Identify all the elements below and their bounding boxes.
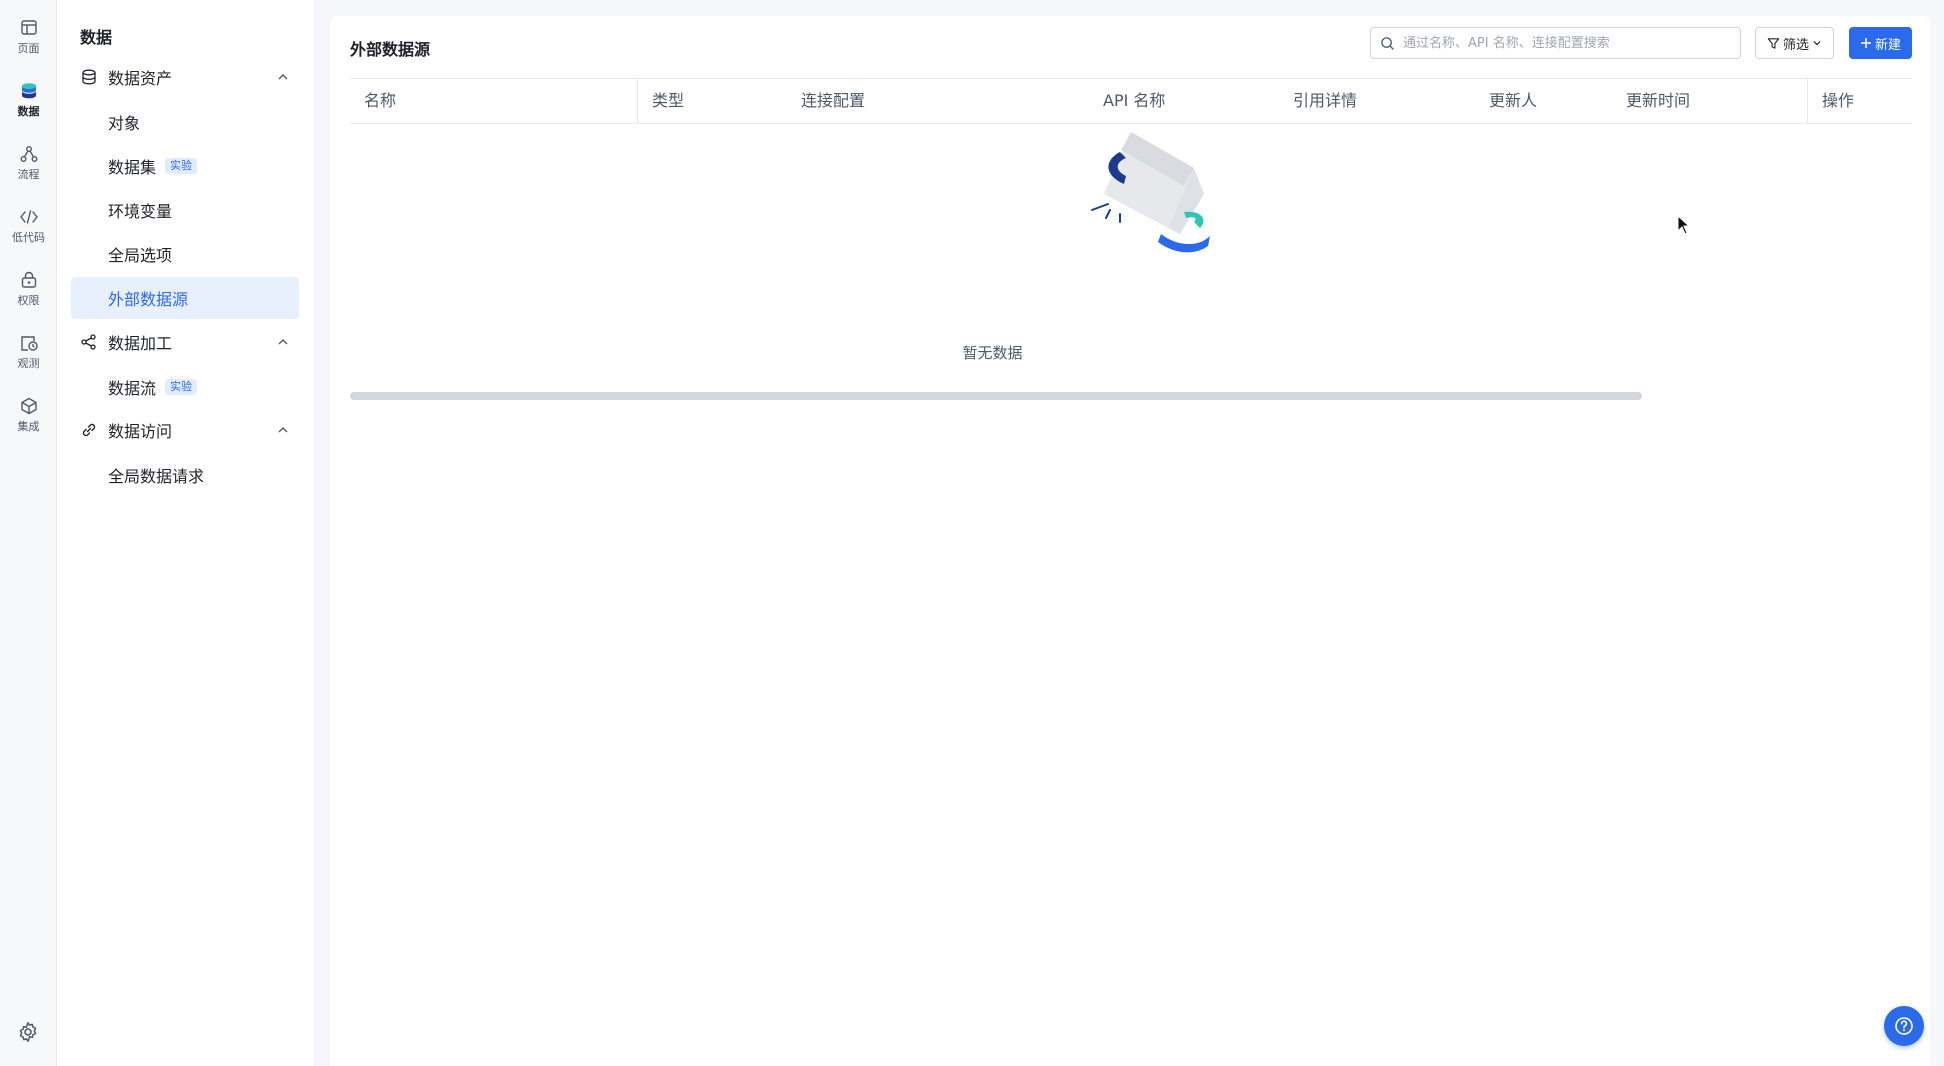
- mouse-cursor-icon: [1677, 215, 1691, 235]
- main-panel: 外部数据源 筛选 新建 名称 类型 连接配置 API 名称 引用详情 更新人 更…: [330, 16, 1930, 1066]
- gear-icon[interactable]: [16, 1020, 40, 1044]
- nav-item-label: 数据流: [108, 379, 157, 398]
- rail-item-monitor[interactable]: 观测: [0, 323, 57, 379]
- empty-box-illustration: [1091, 132, 1210, 253]
- nav-item-label: 环境变量: [108, 202, 173, 221]
- nav-group-label: 数据资产: [108, 69, 173, 88]
- rail-item-pages[interactable]: 页面: [0, 8, 57, 64]
- chevron-down-icon: [1813, 41, 1821, 46]
- lock-icon: [21, 271, 36, 288]
- page-title: 外部数据源: [350, 40, 431, 59]
- question-icon: [1895, 1017, 1913, 1035]
- nav-item-label: 数据集: [108, 158, 157, 177]
- column-header-connection: 连接配置: [801, 91, 866, 110]
- new-button[interactable]: 新建: [1849, 27, 1912, 59]
- empty-text: 暂无数据: [962, 344, 1023, 362]
- column-header-references: 引用详情: [1293, 91, 1358, 110]
- new-label: 新建: [1874, 37, 1901, 53]
- nav-item-label: 对象: [108, 114, 141, 133]
- column-header-updated-at: 更新时间: [1626, 91, 1691, 110]
- rail-item-permission[interactable]: 权限: [0, 260, 57, 316]
- code-icon: [19, 210, 38, 224]
- column-header-updater: 更新人: [1489, 91, 1538, 110]
- rail-label-monitor: 观测: [17, 357, 40, 370]
- column-header-type: 类型: [652, 91, 685, 110]
- experimental-badge: 实验: [165, 379, 197, 395]
- link-icon: [82, 423, 96, 437]
- column-header-name: 名称: [364, 91, 397, 110]
- nav-group-label: 数据加工: [108, 334, 173, 353]
- column-header-actions: 操作: [1822, 91, 1855, 110]
- experimental-badge: 实验: [165, 158, 197, 174]
- search-icon: [1381, 37, 1394, 50]
- flow-icon: [20, 146, 37, 162]
- secondary-nav: 数据 数据资产 对象 数据集 实验 环境变量 全局选项 外部数据源 数据加工 数…: [57, 0, 313, 1066]
- rail-label-data: 数据: [17, 105, 40, 118]
- plus-icon: [1860, 38, 1871, 48]
- share-nodes-icon: [81, 334, 96, 350]
- nav-title: 数据: [80, 28, 113, 47]
- nav-item-objects[interactable]: 对象: [71, 101, 299, 143]
- nav-item-label: 全局数据请求: [108, 467, 205, 486]
- nav-group-data-processing[interactable]: 数据加工: [57, 322, 313, 362]
- rail-label-lowcode: 低代码: [12, 231, 45, 244]
- rail-label-pages: 页面: [17, 42, 40, 55]
- rail-item-integration[interactable]: 集成: [0, 386, 57, 442]
- nav-item-env-vars[interactable]: 环境变量: [71, 189, 299, 231]
- page-icon: [20, 20, 37, 35]
- rail-item-lowcode[interactable]: 低代码: [0, 197, 57, 253]
- nav-item-dataflow[interactable]: 数据流 实验: [71, 366, 299, 408]
- rail-item-flow[interactable]: 流程: [0, 134, 57, 190]
- rail-label-flow: 流程: [17, 168, 40, 181]
- filter-label: 筛选: [1782, 37, 1809, 53]
- chevron-up-icon[interactable]: [276, 335, 290, 349]
- nav-group-label: 数据访问: [108, 422, 173, 441]
- rail-item-data[interactable]: 数据: [0, 71, 57, 127]
- monitor-icon: [20, 336, 38, 351]
- column-header-api-name: API 名称: [1103, 91, 1166, 110]
- column-divider: [637, 79, 638, 123]
- filter-icon: [1767, 37, 1780, 49]
- column-divider: [1807, 79, 1808, 123]
- chevron-up-icon[interactable]: [276, 70, 290, 84]
- help-button[interactable]: [1884, 1006, 1924, 1046]
- nav-item-label: 全局选项: [108, 246, 173, 265]
- filter-button[interactable]: 筛选: [1755, 27, 1834, 59]
- rail-label-permission: 权限: [17, 294, 40, 307]
- cube-icon: [20, 397, 37, 415]
- nav-item-external-sources[interactable]: 外部数据源: [71, 277, 299, 319]
- database-icon: [21, 83, 36, 99]
- nav-item-label: 外部数据源: [108, 290, 189, 309]
- nav-group-data-access[interactable]: 数据访问: [57, 410, 313, 450]
- search-input[interactable]: [1403, 28, 1733, 58]
- rail-label-integration: 集成: [17, 420, 40, 433]
- nav-group-data-assets[interactable]: 数据资产: [57, 57, 313, 97]
- nav-item-global-options[interactable]: 全局选项: [71, 233, 299, 275]
- chevron-up-icon[interactable]: [276, 423, 290, 437]
- table-header: 名称 类型 连接配置 API 名称 引用详情 更新人 更新时间 操作: [350, 78, 1912, 124]
- icon-rail: 页面 数据 流程 低代码 权限 观测 集成: [0, 0, 57, 1066]
- nav-item-datasets[interactable]: 数据集 实验: [71, 145, 299, 187]
- horizontal-scrollbar[interactable]: [350, 392, 1642, 400]
- empty-state: 暂无数据: [350, 124, 1635, 384]
- search-box[interactable]: [1370, 27, 1741, 59]
- nav-item-global-requests[interactable]: 全局数据请求: [71, 454, 299, 496]
- database-icon: [82, 69, 96, 85]
